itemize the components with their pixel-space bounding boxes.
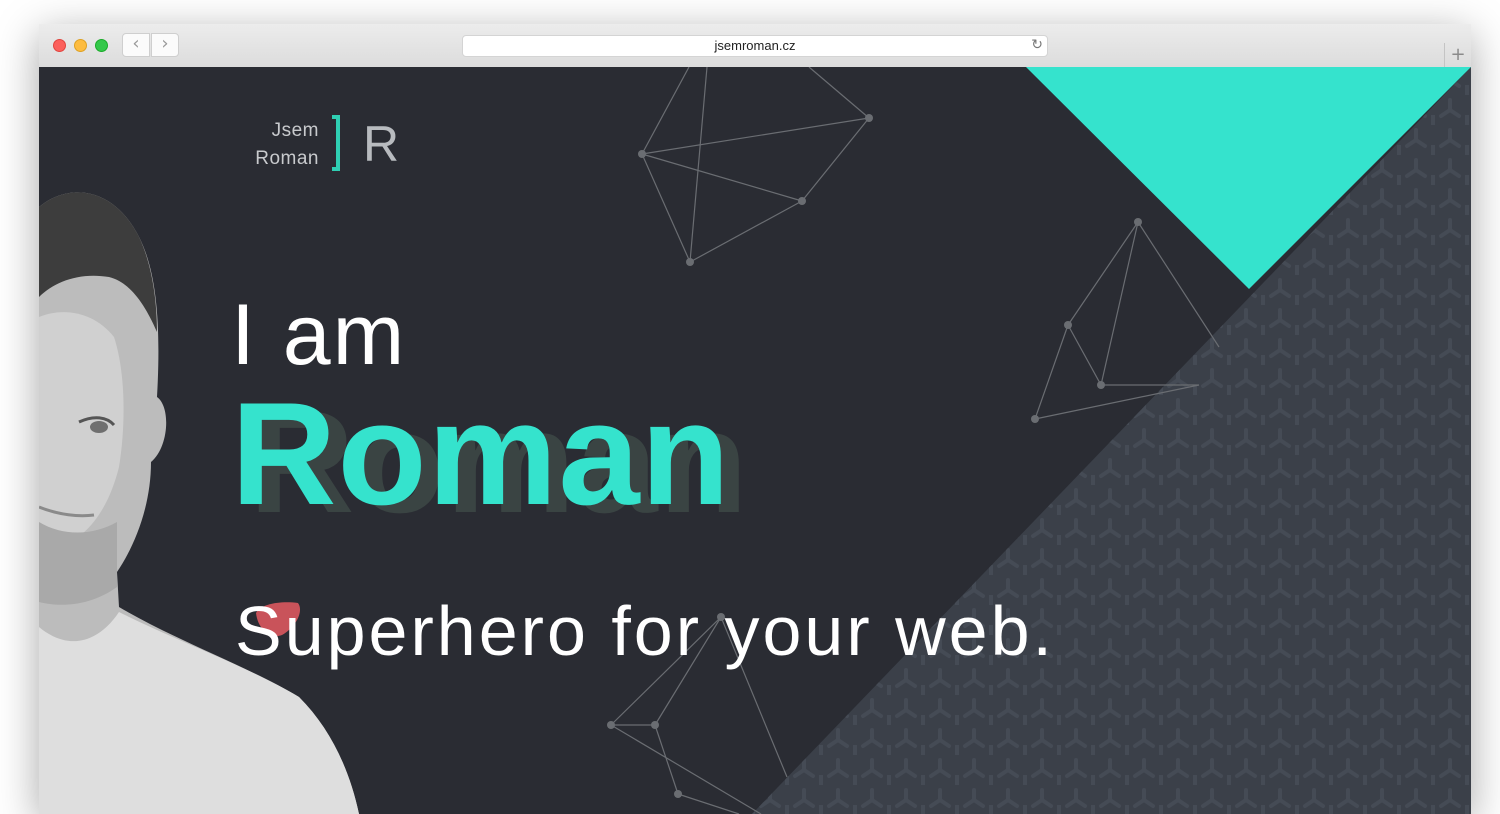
browser-window: ‹ › jsemroman.cz ↻ + Jsem Roman R I am R… (39, 24, 1471, 814)
chevron-left-icon: ‹ (132, 33, 140, 54)
logo-letter[interactable]: R (363, 119, 399, 169)
minimize-window-button[interactable] (74, 39, 87, 52)
hero-section: Jsem Roman R I am Roman Roman Superhero … (39, 67, 1471, 814)
logo-line-2: Roman (255, 148, 319, 169)
logo-line-1: Jsem (271, 120, 319, 141)
forward-button[interactable]: › (151, 33, 179, 57)
pattern-texture (752, 67, 1471, 814)
reload-icon[interactable]: ↻ (1031, 37, 1043, 53)
address-bar[interactable]: jsemroman.cz ↻ (462, 35, 1048, 57)
url-text: jsemroman.cz (714, 38, 796, 53)
hero-name: Roman (231, 372, 731, 535)
logo-bracket (332, 115, 340, 171)
close-window-button[interactable] (53, 39, 66, 52)
plus-icon: + (1450, 44, 1466, 65)
back-button[interactable]: ‹ (122, 33, 150, 57)
browser-toolbar: ‹ › jsemroman.cz ↻ + (39, 24, 1471, 68)
zoom-window-button[interactable] (95, 39, 108, 52)
hero-tagline: Superhero for your web. (235, 592, 1055, 670)
chevron-right-icon: › (161, 33, 169, 54)
new-tab-button[interactable]: + (1444, 43, 1471, 67)
